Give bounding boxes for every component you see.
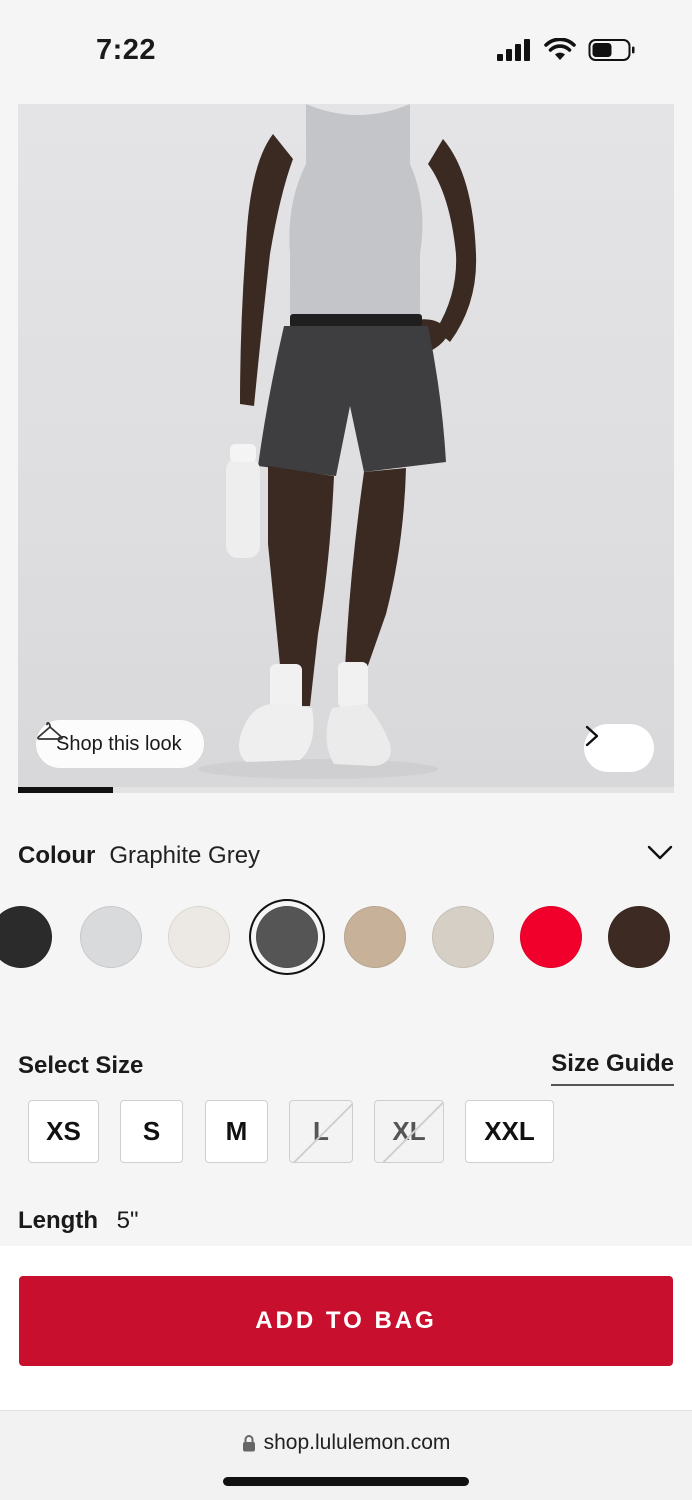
colour-swatches <box>0 896 692 980</box>
colour-swatch[interactable] <box>168 906 230 968</box>
size-option-xxl[interactable]: XXL <box>465 1100 554 1163</box>
size-option-xs[interactable]: XS <box>28 1100 99 1163</box>
colour-swatch[interactable] <box>80 906 142 968</box>
url-text: shop.lululemon.com <box>263 1431 451 1454</box>
add-to-bag-bar: ADD TO BAG <box>0 1246 692 1410</box>
colour-swatch[interactable] <box>432 906 494 968</box>
status-time: 7:22 <box>96 34 157 66</box>
shop-this-look-label: Shop this look <box>56 732 182 755</box>
shop-this-look-button[interactable]: Shop this look <box>36 720 204 768</box>
colour-selector-header[interactable]: Colour Graphite Grey <box>18 838 674 874</box>
product-photo-illustration <box>198 104 477 779</box>
add-to-bag-button[interactable]: ADD TO BAG <box>19 1276 673 1366</box>
status-icons <box>496 38 636 62</box>
size-option-l[interactable]: L <box>289 1100 353 1163</box>
lock-icon <box>242 1435 255 1452</box>
selected-colour-name: Graphite Grey <box>109 842 261 869</box>
wifi-icon <box>544 38 576 60</box>
colour-swatch-selected[interactable] <box>256 906 318 968</box>
size-option-s[interactable]: S <box>120 1100 183 1163</box>
colour-label: Colour <box>18 842 96 869</box>
image-carousel-progress-fill <box>18 787 114 793</box>
browser-url-bar[interactable]: shop.lululemon.com <box>0 1410 692 1500</box>
select-size-label: Select Size <box>18 1052 144 1079</box>
length-row: Length 5" <box>18 1207 139 1235</box>
colour-swatch[interactable] <box>520 906 582 968</box>
chevron-right-icon <box>585 725 599 747</box>
size-option-xl[interactable]: XL <box>374 1100 444 1163</box>
colour-swatch[interactable] <box>0 906 52 968</box>
url-display[interactable]: shop.lululemon.com <box>0 1431 692 1455</box>
colour-swatch[interactable] <box>608 906 670 968</box>
status-bar: 7:22 <box>0 0 692 104</box>
image-carousel-progress <box>18 787 674 793</box>
size-guide-link[interactable]: Size Guide <box>551 1050 674 1086</box>
chevron-down-icon[interactable] <box>646 844 674 862</box>
product-image[interactable]: Shop this look <box>18 104 674 788</box>
size-option-m[interactable]: M <box>205 1100 268 1163</box>
colour-swatch[interactable] <box>344 906 406 968</box>
length-value: 5" <box>116 1207 139 1234</box>
length-label: Length <box>18 1207 98 1234</box>
cellular-signal-icon <box>497 39 530 61</box>
home-indicator <box>223 1477 469 1486</box>
battery-icon <box>588 39 635 61</box>
hanger-icon <box>37 722 63 740</box>
next-image-button[interactable] <box>584 724 654 772</box>
